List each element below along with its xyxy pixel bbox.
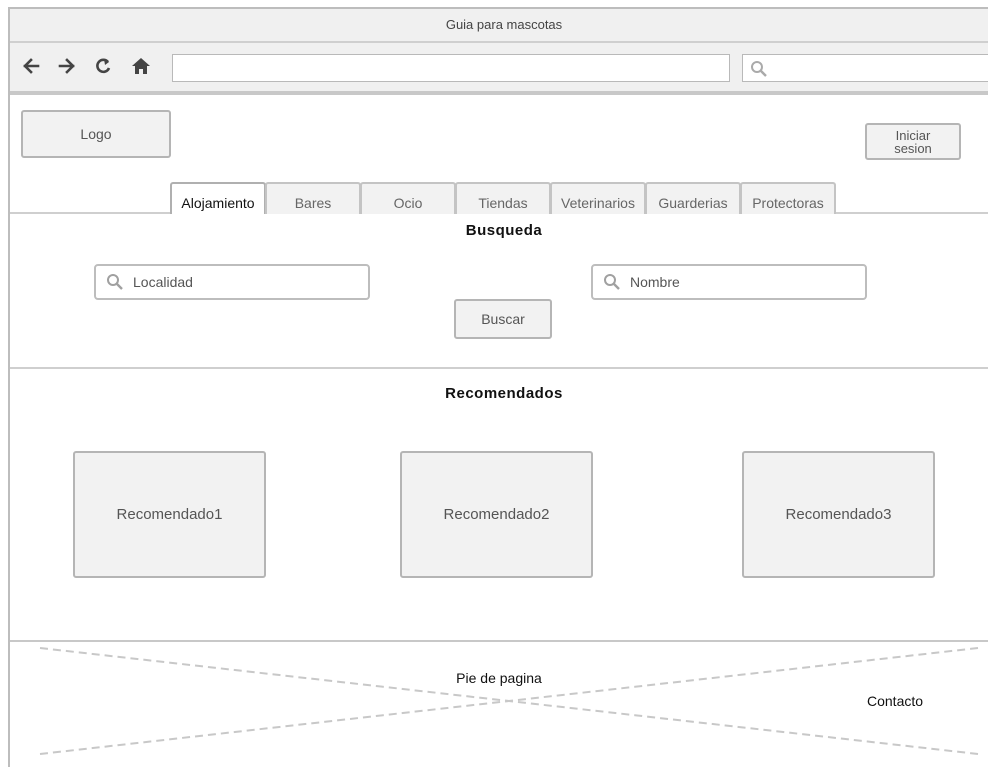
- tab-guarderias[interactable]: Guarderias: [645, 182, 741, 214]
- tab-bares[interactable]: Bares: [265, 182, 361, 214]
- recommended-title: Recomendados: [445, 385, 563, 402]
- browser-toolbar: [10, 43, 988, 95]
- search-section: Busqueda Localidad Nombre Buscar: [10, 214, 988, 369]
- site-footer: Pie de pagina Contacto: [10, 642, 988, 772]
- back-arrow-icon[interactable]: [18, 54, 44, 78]
- tab-alojamiento[interactable]: Alojamiento: [170, 182, 266, 214]
- name-placeholder: Nombre: [630, 274, 680, 290]
- forward-arrow-icon[interactable]: [54, 54, 80, 78]
- recommended-card-1[interactable]: Recomendado1: [73, 451, 266, 578]
- search-icon: [107, 274, 123, 290]
- recommended-card-3[interactable]: Recomendado3: [742, 451, 935, 578]
- address-bar[interactable]: [172, 54, 730, 82]
- footer-placeholder-cross: [39, 647, 979, 755]
- category-tabs: Alojamiento Bares Ocio Tiendas Veterinar…: [170, 182, 836, 214]
- recommended-card-2[interactable]: Recomendado2: [400, 451, 593, 578]
- search-icon: [751, 61, 767, 77]
- tab-protectoras[interactable]: Protectoras: [740, 182, 836, 214]
- login-button[interactable]: Iniciar sesion: [865, 123, 961, 160]
- location-placeholder: Localidad: [133, 274, 193, 290]
- tab-tiendas[interactable]: Tiendas: [455, 182, 551, 214]
- logo[interactable]: Logo: [21, 110, 171, 158]
- contact-link[interactable]: Contacto: [867, 693, 923, 709]
- refresh-icon[interactable]: [90, 54, 116, 78]
- site-header: Logo Iniciar sesion Alojamiento Bares Oc…: [10, 95, 988, 214]
- location-search-input[interactable]: Localidad: [94, 264, 370, 300]
- tab-ocio[interactable]: Ocio: [360, 182, 456, 214]
- footer-label: Pie de pagina: [456, 670, 542, 686]
- search-title: Busqueda: [465, 222, 543, 239]
- browser-search-field[interactable]: [742, 54, 988, 82]
- name-search-input[interactable]: Nombre: [591, 264, 867, 300]
- search-icon: [604, 274, 620, 290]
- search-button[interactable]: Buscar: [454, 299, 552, 339]
- recommended-section: Recomendados Recomendado1 Recomendado2 R…: [10, 369, 988, 642]
- window-title: Guia para mascotas: [10, 9, 988, 43]
- tab-veterinarios[interactable]: Veterinarios: [550, 182, 646, 214]
- browser-window: Guia para mascotas Logo Iniciar sesion A…: [8, 7, 988, 767]
- home-icon[interactable]: [128, 54, 154, 78]
